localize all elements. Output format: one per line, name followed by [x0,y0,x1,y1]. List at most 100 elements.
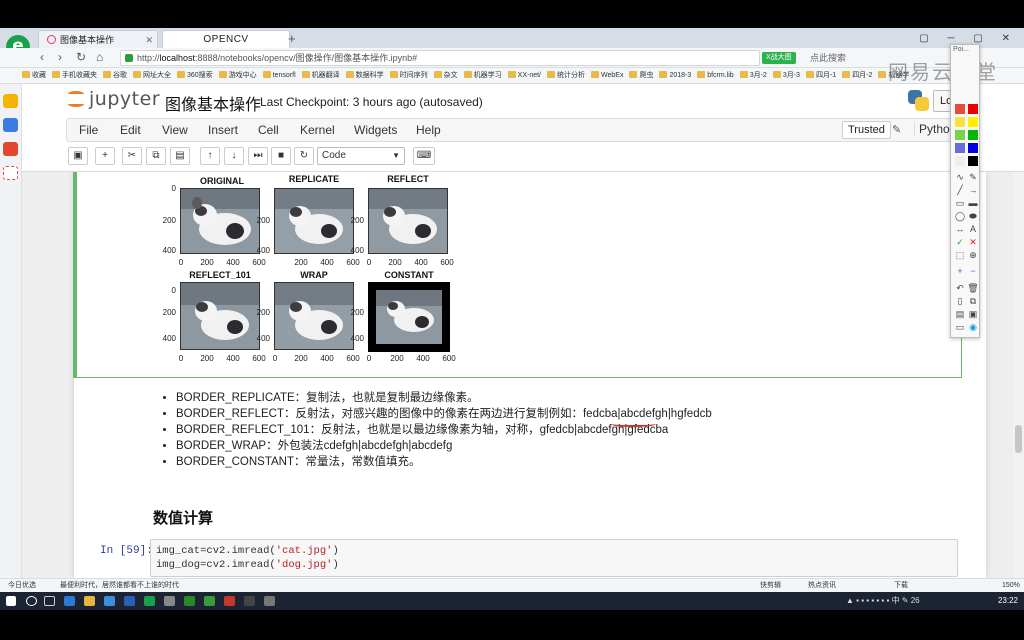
status-clip[interactable]: 快剪辑 [760,579,781,592]
mail-icon[interactable] [104,596,115,606]
globe-icon[interactable]: ◉ [967,322,979,333]
code-editor[interactable]: img_cat=cv2.imread('cat.jpg') img_dog=cv… [150,539,958,577]
arrow-up-icon[interactable]: ↑ [200,147,220,165]
save-icon[interactable]: ▣ [967,309,979,320]
tab-opencv[interactable]: OPENCV [162,30,290,48]
menu-view[interactable]: View [162,123,188,137]
bookmark-item[interactable]: bfcrm.lib [697,68,734,83]
menu-edit[interactable]: Edit [120,123,141,137]
filled-rect-icon[interactable]: ▬ [967,198,979,208]
plus-icon[interactable]: + [95,147,115,165]
search-icon[interactable] [26,596,37,606]
status-hot[interactable]: 热点资讯 [808,579,836,592]
app-icon[interactable] [224,596,235,606]
status-left[interactable]: 今日优选 [8,579,36,592]
app-icon[interactable] [164,596,175,606]
cell-type-select[interactable]: Code ▼ [317,147,405,165]
copy-icon[interactable]: ⧉ [967,296,979,307]
bookmark-item[interactable]: tensorfl [262,68,296,83]
status-zoom[interactable]: 150% [1002,579,1020,592]
bookmark-item[interactable]: 收藏 [22,68,46,83]
new-tab-button[interactable]: + [288,31,296,46]
color-swatch[interactable] [968,117,978,127]
rectangle-icon[interactable]: ▭ [954,198,966,209]
app-icon[interactable] [264,596,275,606]
bookmark-item[interactable]: XX-net/ [507,68,541,83]
undo-icon[interactable]: ↶ [954,283,966,294]
status-download[interactable]: 下载 [894,579,908,592]
menu-cell[interactable]: Cell [258,123,279,137]
task-view-icon[interactable] [44,596,55,606]
zoom-icon[interactable]: ⊕ [967,250,979,261]
line-icon[interactable]: ╱ [954,185,966,196]
forward-icon[interactable]: › [58,50,62,64]
trusted-indicator[interactable]: Trusted [842,121,891,139]
app-icon[interactable] [124,596,135,606]
double-arrow-icon[interactable]: ↔ [954,224,966,234]
menu-help[interactable]: Help [416,123,441,137]
edit-pencil-icon[interactable]: ✎ [892,123,901,136]
notebook-title[interactable]: 图像基本操作 [165,91,261,115]
bookmark-item[interactable]: 统计分析 [547,68,585,83]
color-swatch[interactable] [968,156,978,166]
close-icon[interactable]: ✕ [145,31,153,49]
menu-widgets[interactable]: Widgets [354,123,397,137]
edge-icon[interactable] [64,596,75,606]
url-input[interactable]: http://localhost:8888/notebooks/opencv/图… [120,50,760,66]
marker-icon[interactable]: ✎ [967,172,979,183]
keyboard-icon[interactable]: ⌨ [413,147,435,165]
color-swatch[interactable] [968,130,978,140]
copy-icon[interactable]: ⧉ [146,147,166,165]
home-icon[interactable]: ⌂ [96,50,103,64]
arrow-down-icon[interactable]: ↓ [224,147,244,165]
app-icon[interactable] [184,596,195,606]
menu-kernel[interactable]: Kernel [300,123,335,137]
arrow-icon[interactable]: → [967,185,979,195]
check-icon[interactable]: ✓ [954,237,966,248]
color-swatch[interactable] [955,117,965,127]
bookmark-item[interactable]: 网址大全 [133,68,171,83]
page-icon[interactable]: ▯ [954,296,966,307]
system-tray[interactable]: ▲ ▪ ▪ ▪ ▪ ▪ ▪ ▪ 中 ✎ 26 [846,595,920,606]
color-swatch[interactable] [955,130,965,140]
menu-file[interactable]: File [79,123,98,137]
app-icon[interactable] [244,596,255,606]
taskbar-clock[interactable]: 23:22 [998,596,1018,605]
bookmark-item[interactable]: 四月-2 [842,68,872,83]
filled-ellipse-icon[interactable]: ⬬ [967,211,979,222]
browser-taskbar-icon[interactable] [144,596,155,606]
bookmark-item[interactable]: 谷歌 [103,68,127,83]
ellipse-icon[interactable]: ◯ [954,211,966,222]
stop-icon[interactable]: ■ [271,147,291,165]
cut-icon[interactable]: ✂ [122,147,142,165]
text-icon[interactable]: A [967,224,979,234]
trash-icon[interactable]: 🗑 [967,283,979,294]
capture-icon[interactable] [3,166,18,180]
bookmark-item[interactable]: 机器学习 [463,68,502,83]
weibo-icon[interactable] [3,142,18,156]
bookmark-item[interactable]: WebEx [591,68,623,83]
bookmark-item[interactable]: 爬虫 [629,68,653,83]
app-icon[interactable] [204,596,215,606]
menu-insert[interactable]: Insert [208,123,238,137]
restart-icon[interactable]: ↻ [294,147,314,165]
bookmark-item[interactable]: 3月-2 [739,68,767,83]
freehand-icon[interactable]: ∿ [954,172,966,183]
jupyter-logo-icon[interactable] [66,89,86,109]
notification-badge[interactable]: 26 [911,596,920,605]
star-icon[interactable] [3,94,18,108]
minus-icon[interactable]: − [967,266,979,276]
search-hint[interactable]: 点此搜索 [810,51,846,64]
close-icon[interactable]: ✕ [967,237,979,248]
back-icon[interactable]: ‹ [40,50,44,64]
run-icon[interactable]: ⏭ [248,147,268,165]
reload-icon[interactable]: ↻ [76,50,86,64]
window-controls[interactable]: ▢ ─ ▢ ✕ [919,33,1018,44]
notes-icon[interactable] [3,118,18,132]
scrollbar-thumb[interactable] [1015,425,1022,453]
bookmark-item[interactable]: 360搜索 [177,68,213,83]
status-news[interactable]: 最便利时代，居然谁都看不上谁的时代 [60,579,179,592]
color-swatch[interactable] [968,104,978,114]
bookmark-item[interactable]: 数据科学 [345,68,384,83]
folder-icon[interactable] [84,596,95,606]
